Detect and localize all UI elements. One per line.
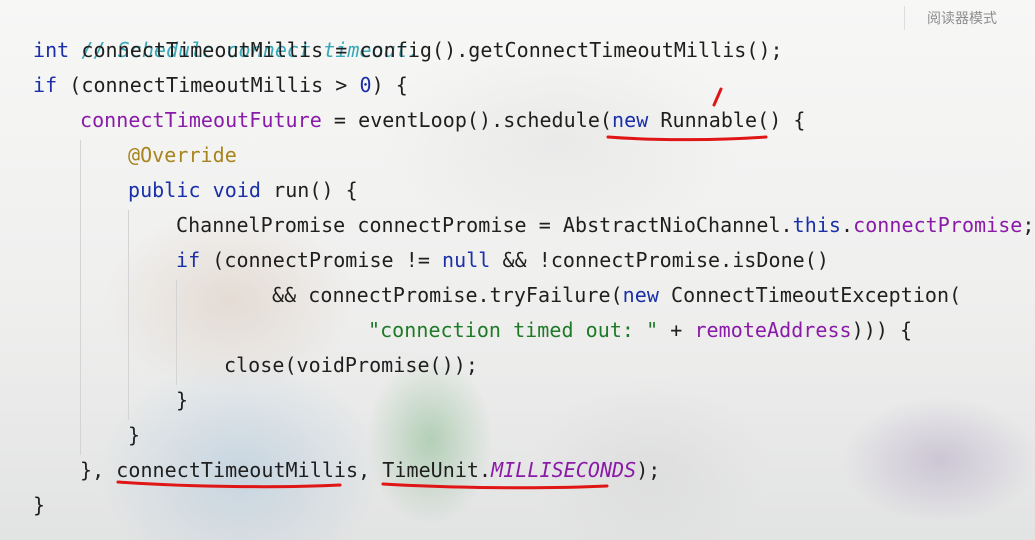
- field-connectTimeoutFuture: connectTimeoutFuture: [80, 108, 322, 132]
- code-line-11: close(voidPromise());: [224, 348, 478, 383]
- keyword-void: void: [212, 178, 262, 202]
- code-text: && !connectPromise.isDone(): [490, 248, 829, 272]
- code-text: ChannelPromise connectPromise = Abstract…: [176, 213, 793, 237]
- code-text: ;: [1022, 213, 1035, 237]
- code-text: = eventLoop().schedule(: [321, 108, 613, 132]
- code-line-10: "connection timed out: " + remoteAddress…: [368, 313, 912, 348]
- code-text: .: [841, 213, 854, 237]
- code-line-3: if (connectTimeoutMillis > 0) {: [33, 68, 408, 103]
- code-line-13: }: [128, 418, 140, 453]
- keyword-int: int: [33, 38, 70, 62]
- field-remoteAddress: remoteAddress: [694, 318, 852, 342]
- code-text: (connectPromise !=: [200, 248, 443, 272]
- code-text: }: [176, 388, 189, 412]
- indent-guide: [80, 140, 81, 455]
- code-text: ,: [358, 458, 383, 482]
- code-line-8: if (connectPromise != null && !connectPr…: [176, 243, 829, 278]
- code-text: () {: [757, 108, 806, 132]
- code-text: run() {: [261, 178, 358, 202]
- constant-milliseconds: MILLISECONDS: [491, 458, 637, 482]
- field-connectPromise: connectPromise: [853, 213, 1023, 237]
- code-text: && connectPromise.tryFailure(: [272, 283, 623, 307]
- code-line-12: }: [176, 383, 188, 418]
- code-text: (connectTimeoutMillis >: [57, 73, 360, 97]
- code-line-14: }, connectTimeoutMillis, TimeUnit.MILLIS…: [80, 453, 660, 488]
- string-literal: "connection timed out: ": [368, 318, 659, 342]
- class-runnable: Runnable: [660, 108, 758, 132]
- keyword-new: new: [622, 283, 659, 307]
- code-text: .: [479, 458, 492, 482]
- code-line-15: }: [33, 488, 45, 523]
- keyword-this: this: [792, 213, 842, 237]
- number-literal: 0: [359, 73, 372, 97]
- code-text: }: [33, 493, 46, 517]
- code-text: ConnectTimeoutException(: [658, 283, 962, 307]
- keyword-if: if: [33, 73, 58, 97]
- code-text: +: [658, 318, 695, 342]
- code-text: ) {: [371, 73, 408, 97]
- code-text: );: [636, 458, 661, 482]
- class-timeunit: TimeUnit: [382, 458, 480, 482]
- keyword-new: new: [612, 108, 649, 132]
- annotation-override: @Override: [128, 143, 237, 167]
- arg-connectTimeoutMillis: connectTimeoutMillis: [116, 458, 359, 482]
- code-line-2: int connectTimeoutMillis = config().getC…: [33, 33, 783, 68]
- keyword-if: if: [176, 248, 201, 272]
- code-text: }: [128, 423, 141, 447]
- code-line-5: @Override: [128, 138, 237, 173]
- code-line-9: && connectPromise.tryFailure(new Connect…: [272, 278, 961, 313]
- indent-guide: [128, 210, 129, 420]
- reader-mode-button[interactable]: 阅读器模式: [904, 6, 997, 30]
- code-text: connectTimeoutMillis = config().getConne…: [69, 38, 783, 62]
- keyword-null: null: [442, 248, 491, 272]
- code-line-4: connectTimeoutFuture = eventLoop().sched…: [80, 103, 806, 138]
- keyword-public: public: [128, 178, 201, 202]
- indent-guide: [176, 280, 177, 385]
- code-text: ))) {: [851, 318, 913, 342]
- code-line-6: public void run() {: [128, 173, 358, 208]
- code-text: close(voidPromise());: [224, 353, 478, 377]
- code-text: },: [80, 458, 117, 482]
- code-line-7: ChannelPromise connectPromise = Abstract…: [176, 208, 1035, 243]
